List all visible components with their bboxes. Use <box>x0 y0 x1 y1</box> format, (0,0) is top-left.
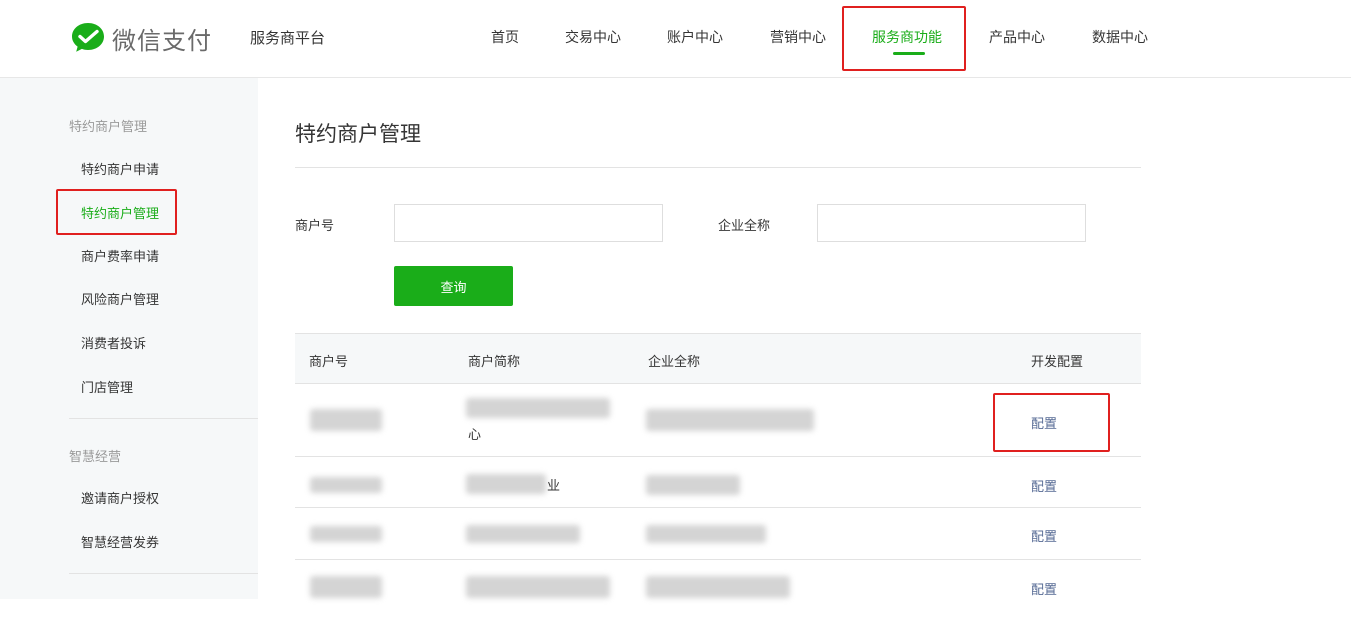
redacted-short-name <box>466 576 610 598</box>
column-header-dev-config: 开发配置 <box>1031 355 1084 370</box>
short-name-fragment: 心 <box>468 428 482 443</box>
table-header: 商户号 商户简称 企业全称 开发配置 <box>295 333 1141 384</box>
company-name-input[interactable] <box>817 204 1086 242</box>
sidebar-item-consumer-complaint[interactable]: 消费者投诉 <box>81 333 146 352</box>
sidebar-divider <box>69 573 258 574</box>
highlight-box-sidebar <box>56 189 177 235</box>
table-row: 业 配置 <box>295 457 1141 508</box>
redacted-company-name <box>646 409 814 431</box>
company-name-label: 企业全称 <box>718 219 771 234</box>
redacted-company-name <box>646 576 790 598</box>
nav-trade-center[interactable]: 交易中心 <box>565 27 621 47</box>
nav-home[interactable]: 首页 <box>491 27 519 47</box>
table-row: 配置 <box>295 560 1141 620</box>
sidebar-item-smart-coupon[interactable]: 智慧经营发券 <box>81 532 159 551</box>
redacted-merchant-no <box>310 576 382 598</box>
wechat-pay-logo-icon <box>72 23 104 52</box>
wechat-pay-logo[interactable]: 微信支付 <box>70 20 212 56</box>
sidebar-group-title: 特约商户管理 <box>69 120 148 135</box>
brand-name: 微信支付 <box>112 26 212 55</box>
short-name-fragment: 业 <box>547 479 561 494</box>
sidebar-group-title: 智慧经营 <box>69 450 122 465</box>
config-link[interactable]: 配置 <box>1031 526 1057 545</box>
query-button[interactable]: 查询 <box>394 266 513 306</box>
redacted-company-name <box>646 475 740 495</box>
config-link[interactable]: 配置 <box>1031 579 1057 598</box>
redacted-merchant-no <box>310 477 382 493</box>
merchant-no-label: 商户号 <box>295 219 335 234</box>
sidebar-item-risk-merchant[interactable]: 风险商户管理 <box>81 289 159 308</box>
sidebar-item-merchant-apply[interactable]: 特约商户申请 <box>81 159 159 178</box>
highlight-box-config <box>993 393 1110 452</box>
merchant-no-input[interactable] <box>394 204 663 242</box>
page-title: 特约商户管理 <box>295 122 421 146</box>
column-header-merchant-no: 商户号 <box>309 355 349 370</box>
nav-marketing-center[interactable]: 营销中心 <box>770 27 826 47</box>
nav-product-center[interactable]: 产品中心 <box>989 27 1045 47</box>
title-divider <box>295 167 1141 168</box>
sidebar-divider <box>69 418 258 419</box>
platform-name: 服务商平台 <box>250 29 326 47</box>
redacted-short-name <box>466 474 546 494</box>
sidebar-item-invite-authorization[interactable]: 邀请商户授权 <box>81 488 159 507</box>
top-navbar: 微信支付 服务商平台 首页 交易中心 账户中心 营销中心 服务商功能 产品中心 … <box>0 0 1351 78</box>
sidebar-item-fee-rate-apply[interactable]: 商户费率申请 <box>81 246 159 265</box>
redacted-short-name <box>466 525 580 543</box>
sidebar-item-store-manage[interactable]: 门店管理 <box>81 377 133 396</box>
nav-data-center[interactable]: 数据中心 <box>1092 27 1148 47</box>
redacted-short-name <box>466 398 610 418</box>
nav-account-center[interactable]: 账户中心 <box>667 27 723 47</box>
redacted-merchant-no <box>310 409 382 431</box>
column-header-company-name: 企业全称 <box>648 355 701 370</box>
column-header-short-name: 商户简称 <box>468 355 521 370</box>
redacted-merchant-no <box>310 526 382 542</box>
sidebar: 特约商户管理 特约商户申请 特约商户管理 商户费率申请 风险商户管理 消费者投诉… <box>0 78 258 599</box>
config-link[interactable]: 配置 <box>1031 476 1057 495</box>
redacted-company-name <box>646 525 766 543</box>
highlight-box-nav <box>842 6 966 71</box>
table-row: 配置 <box>295 508 1141 560</box>
